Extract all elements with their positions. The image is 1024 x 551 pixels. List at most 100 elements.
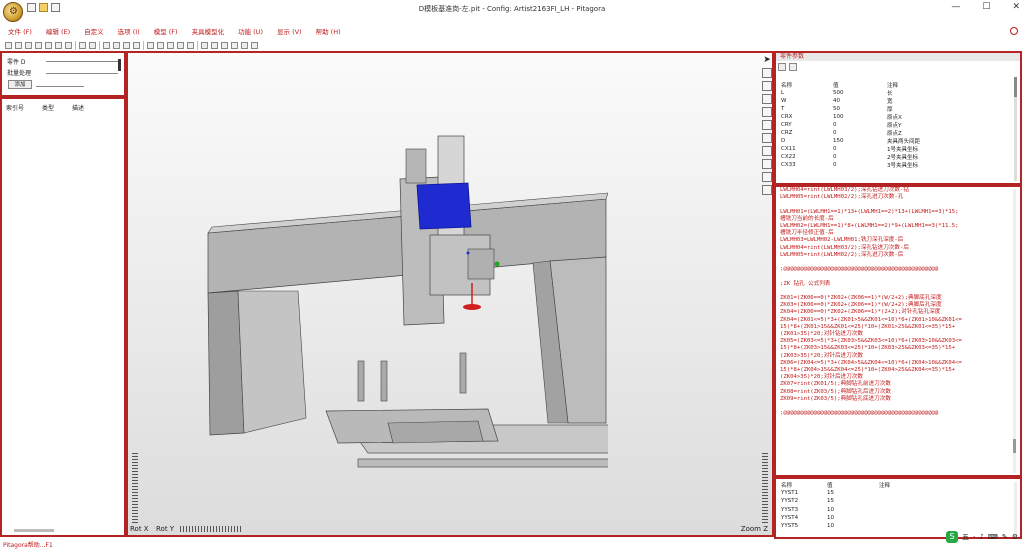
param-value[interactable]: 40 [832,97,886,105]
horizontal-scrollbar[interactable] [14,529,54,532]
view-rotate-icon[interactable] [762,68,772,78]
paste-icon[interactable] [65,41,72,49]
menu-edit[interactable]: 编辑 (E) [46,26,70,38]
table-row[interactable]: CX22 0 2号夹具坐标 [780,153,921,161]
column-comment[interactable]: 注释 [878,481,891,489]
run-icon[interactable] [201,41,208,49]
copy-icon[interactable] [55,41,62,49]
layer-icon[interactable] [157,41,164,49]
variables-scrollbar[interactable] [1014,482,1017,536]
column-comment[interactable]: 注释 [886,81,921,89]
tray-settings-icon[interactable]: ⚙ [1012,533,1018,541]
param-name[interactable]: D [780,137,832,145]
view-iso-icon[interactable] [762,81,772,91]
column-description[interactable]: 描述 [72,103,84,112]
info-icon[interactable] [251,41,258,49]
delete-icon[interactable] [133,41,140,49]
add-button[interactable]: 添加 [8,80,32,89]
var-comment[interactable] [878,522,891,530]
close-button[interactable]: ✕ [1012,2,1020,12]
menu-file[interactable]: 文件 (F) [8,26,32,38]
view-front-icon[interactable] [762,94,772,104]
pen-icon[interactable]: ✎ [1002,533,1008,541]
print-icon[interactable] [35,41,42,49]
tray-item[interactable]: 五 [962,532,969,542]
add-parameter-icon[interactable] [778,63,786,71]
column-index[interactable]: 索引号 [6,103,24,112]
table-icon[interactable] [177,41,184,49]
var-value[interactable]: 10 [826,522,878,530]
param-comment[interactable]: 长 [886,89,921,97]
param-comment[interactable]: 厚 [886,105,921,113]
param-comment[interactable]: 宽 [886,97,921,105]
new-icon[interactable] [5,41,12,49]
param-name[interactable]: L [780,89,832,97]
tray-item[interactable]: ♪ [979,533,983,541]
table-row[interactable]: YYST4 10 [780,514,891,522]
table-row[interactable]: CRZ 0 原点Z [780,129,921,137]
menu-options[interactable]: 选项 (I) [118,26,140,38]
table-row[interactable]: L 500 长 [780,89,921,97]
settings-icon[interactable] [241,41,248,49]
open-icon[interactable] [15,41,22,49]
batch-field[interactable] [46,73,118,74]
parameters-scrollbar[interactable] [1014,77,1017,181]
var-value[interactable]: 10 [826,506,878,514]
menu-fixture-modeling[interactable]: 夹具模型化 [192,26,225,38]
param-comment[interactable]: 2号夹具坐标 [886,153,921,161]
table-row[interactable]: YYST3 10 [780,506,891,514]
param-value[interactable]: 0 [832,145,886,153]
column-type[interactable]: 类型 [42,103,54,112]
param-name[interactable]: CRY [780,121,832,129]
replace-icon[interactable] [113,41,120,49]
grid-icon[interactable] [123,41,130,49]
formula-editor-panel[interactable]: LWLMH04=rint(LWLMH03/2);深孔钻进刀次数-钻 LWLMH05… [774,185,1022,477]
var-comment[interactable] [878,506,891,514]
param-value[interactable]: 500 [832,89,886,97]
menu-customize[interactable]: 自定义 [84,26,104,38]
measure-icon[interactable] [231,41,238,49]
keyboard-icon[interactable]: ⌨ [988,533,998,541]
table-row[interactable]: YYST1 15 [780,489,891,497]
param-value[interactable]: 0 [832,161,886,169]
tab-part-parameters[interactable]: 零件参数 [776,53,1020,61]
table-row[interactable]: CRX 100 原点X [780,113,921,121]
menu-function[interactable]: 功能 (U) [238,26,263,38]
zoom-fit-icon[interactable] [762,146,772,156]
param-comment[interactable]: 3号夹具坐标 [886,161,921,169]
move-icon[interactable] [762,133,772,143]
rot-y-slider[interactable] [180,526,242,532]
param-value[interactable]: 100 [832,113,886,121]
table-row[interactable]: YYST2 15 [780,497,891,505]
param-name[interactable]: CX33 [780,161,832,169]
scrollbar-thumb[interactable] [1013,439,1016,453]
column-name[interactable]: 名称 [780,481,826,489]
cut-icon[interactable] [45,41,52,49]
table-row[interactable]: D 150 夹具两头间距 [780,137,921,145]
var-value[interactable]: 10 [826,514,878,522]
view-side-icon[interactable] [762,120,772,130]
column-name[interactable]: 名称 [780,81,832,89]
table-row[interactable]: T 50 厚 [780,105,921,113]
zoom-z-slider[interactable] [762,453,768,523]
param-value[interactable]: 0 [832,121,886,129]
param-comment[interactable]: 夹具两头间距 [886,137,921,145]
var-name[interactable]: YYST3 [780,506,826,514]
var-name[interactable]: YYST4 [780,514,826,522]
param-comment[interactable]: 原点Z [886,129,921,137]
var-value[interactable]: 15 [826,489,878,497]
column-value[interactable]: 值 [826,481,878,489]
tool-icon[interactable] [147,41,154,49]
param-name[interactable]: W [780,97,832,105]
table-row[interactable]: CX11 0 1号夹具坐标 [780,145,921,153]
maximize-button[interactable]: ☐ [982,2,990,12]
param-name[interactable]: CX22 [780,153,832,161]
left-vertical-slider[interactable] [132,453,138,523]
refresh-view-icon[interactable] [762,159,772,169]
find-icon[interactable] [103,41,110,49]
select-arrow-icon[interactable]: ➤ [762,55,772,65]
list-icon[interactable] [167,41,174,49]
simulate-icon[interactable] [221,41,228,49]
param-name[interactable]: CX11 [780,145,832,153]
menu-model[interactable]: 模型 (F) [154,26,178,38]
